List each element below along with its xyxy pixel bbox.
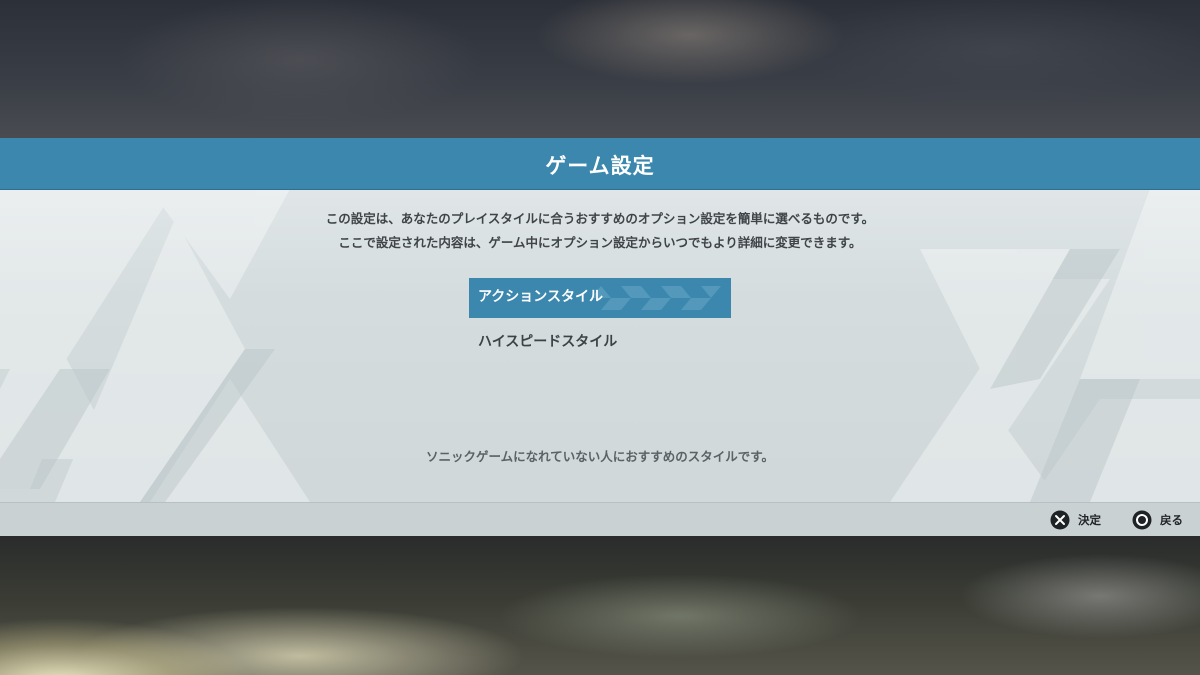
back-button-hint[interactable]: 戻る [1132,510,1183,530]
footer-bar: 決定 戻る [0,502,1200,536]
menu-item-action-style[interactable]: アクションスタイル [469,278,731,318]
header-bar: ゲーム設定 [0,138,1200,190]
circle-button-icon [1132,510,1152,530]
selection-pattern-icon [591,286,721,310]
menu-item-high-speed-style[interactable]: ハイスピードスタイル [469,323,731,363]
confirm-label: 決定 [1078,513,1101,527]
menu-item-label: ハイスピードスタイル [478,334,618,350]
sky-background-bottom [0,536,1200,675]
game-settings-panel: ゲーム設定 この設定は、あなたのプレイスタイルに合うおすすめのオプション設定を簡… [0,138,1200,536]
menu-item-label: アクションスタイル [478,289,604,305]
cross-button-icon [1050,510,1070,530]
back-label: 戻る [1160,513,1183,527]
confirm-button-hint[interactable]: 決定 [1050,510,1101,530]
style-hint-text: ソニックゲームになれていない人におすすめのスタイルです。 [425,449,774,464]
sky-background-top [0,0,1200,140]
screen-title: ゲーム設定 [545,154,655,178]
description-line-1: この設定は、あなたのプレイスタイルに合うおすすめのオプション設定を簡単に選べるも… [325,211,875,226]
description-line-2: ここで設定された内容は、ゲーム中にオプション設定からいつでもより詳細に変更できま… [338,235,862,250]
